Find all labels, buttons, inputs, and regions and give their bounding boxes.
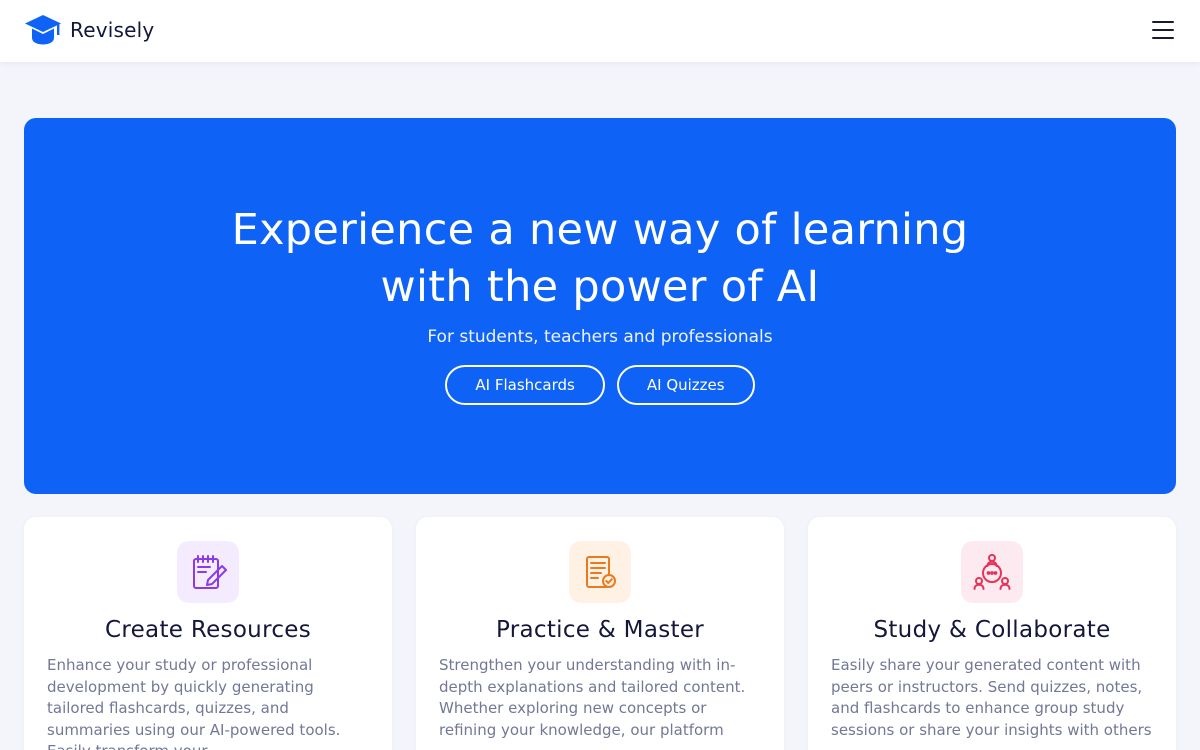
feature-description: Enhance your study or professional devel… (47, 656, 341, 750)
feature-title: Practice & Master (495, 617, 705, 643)
ai-quizzes-button[interactable]: AI Quizzes (616, 365, 755, 405)
collaboration-chat-icon (973, 554, 1011, 590)
feature-title: Study & Collaborate (873, 617, 1111, 643)
feature-description: Easily share your generated content with… (831, 656, 1152, 739)
feature-icon-container (177, 541, 239, 603)
feature-card-create-resources: Create Resources Enhance your study or p… (24, 517, 392, 750)
feature-card-practice-master: Practice & Master Strengthen your unders… (416, 517, 784, 750)
menu-line (1152, 29, 1174, 31)
hero-subtitle: For students, teachers and professionals (427, 327, 773, 347)
brand-logo-link[interactable]: Revisely (24, 13, 154, 47)
notepad-pencil-icon (193, 555, 227, 589)
menu-line (1152, 37, 1174, 39)
hero-title: Experience a new way of learning with th… (24, 202, 1176, 316)
feature-icon-container (569, 541, 631, 603)
feature-description: Strengthen your understanding with in-de… (439, 656, 746, 739)
graduation-cap-icon (25, 15, 61, 45)
hero-button-group: AI Flashcards AI Quizzes (24, 365, 1176, 405)
hamburger-menu-icon[interactable] (1152, 17, 1176, 43)
hero-title-line-2: with the power of AI (380, 262, 820, 312)
brand-name: Revisely (70, 18, 155, 42)
ai-flashcards-button[interactable]: AI Flashcards (445, 365, 605, 405)
top-navbar: Revisely (0, 0, 1200, 62)
menu-line (1152, 21, 1174, 23)
feature-card-study-collaborate: Study & Collaborate Easily share your ge… (808, 517, 1176, 750)
feature-icon-container (961, 541, 1023, 603)
hero-title-line-1: Experience a new way of learning (231, 205, 969, 255)
document-check-icon (586, 556, 616, 588)
hero-banner: Experience a new way of learning with th… (24, 118, 1176, 494)
feature-title: Create Resources (105, 617, 311, 643)
